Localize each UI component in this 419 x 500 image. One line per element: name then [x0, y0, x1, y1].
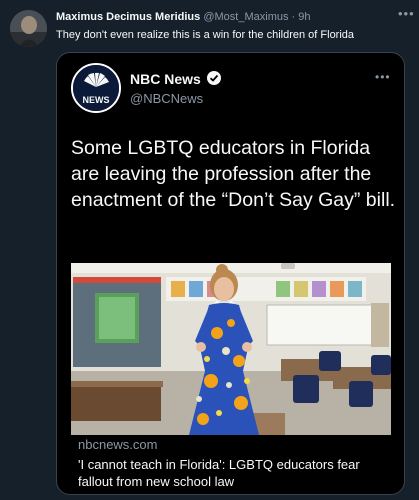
author-avatar[interactable]: [10, 10, 47, 47]
link-card-domain[interactable]: nbcnews.com: [78, 437, 157, 452]
link-card-title[interactable]: 'I cannot teach in Florida': LGBTQ educa…: [78, 456, 396, 490]
separator-dot: ·: [291, 11, 296, 23]
article-photo[interactable]: [71, 263, 391, 435]
tweet-header: Maximus Decimus Meridius @Most_Maximus ·…: [56, 11, 311, 23]
tweet[interactable]: Maximus Decimus Meridius @Most_Maximus ·…: [0, 0, 419, 500]
quoted-tweet[interactable]: NEWS NBC News @NBCNews ••• Some LGBTQ ed…: [56, 52, 405, 495]
tweet-timestamp[interactable]: 9h: [298, 11, 310, 23]
quoted-more-options-icon[interactable]: •••: [375, 70, 391, 84]
author-name[interactable]: Maximus Decimus Meridius: [56, 11, 200, 23]
author-handle[interactable]: @Most_Maximus: [203, 11, 288, 23]
tweet-text: They don't even realize this is a win fo…: [56, 29, 355, 41]
nbc-logo-word: NEWS: [83, 95, 110, 105]
more-options-icon[interactable]: •••: [398, 6, 415, 21]
quoted-tweet-text: Some LGBTQ educators in Florida are leav…: [71, 137, 396, 211]
verified-badge-icon: [207, 71, 221, 85]
quoted-account-handle[interactable]: @NBCNews: [130, 91, 203, 106]
nbc-news-logo-avatar[interactable]: NEWS: [71, 63, 121, 113]
quoted-account-name[interactable]: NBC News: [130, 71, 201, 87]
